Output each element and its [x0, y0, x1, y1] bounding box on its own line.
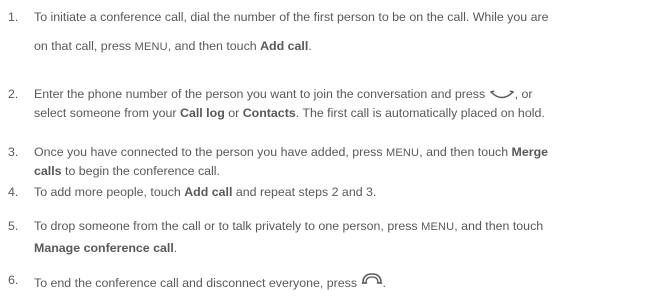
manage-conference-call-label: Manage conference call	[34, 241, 174, 255]
step-number: 5.	[8, 219, 19, 233]
step-text: To initiate a conference call, dial the …	[34, 10, 549, 24]
add-call-label: Add call	[184, 185, 233, 199]
step-text-line: Enter the phone number of the person you…	[34, 87, 533, 101]
step-text-line: To add more people, touch Add call and r…	[34, 185, 377, 199]
step-number: 1.	[8, 10, 19, 24]
step-number: 2.	[8, 87, 19, 101]
step-text-line: Once you have connected to the person yo…	[34, 145, 549, 159]
menu-key: MENU	[134, 41, 168, 53]
step-number: 4.	[8, 185, 19, 199]
step-text-line: calls to begin the conference call.	[34, 164, 221, 178]
conference-call-instructions: 1. To initiate a conference call, dial t…	[0, 0, 653, 297]
step-text-line: select someone from your Call log or Con…	[34, 106, 545, 120]
call-send-icon	[489, 89, 515, 101]
merge-calls-label: calls	[34, 164, 62, 178]
merge-calls-label: Merge	[511, 145, 549, 159]
step-text-line: on that call, press MENU, and then touch…	[34, 39, 312, 53]
add-call-label: Add call	[260, 39, 309, 53]
step-number: 6.	[8, 273, 19, 287]
step-number: 3.	[8, 145, 19, 159]
menu-key: MENU	[421, 221, 455, 233]
end-call-icon	[361, 272, 383, 285]
step-text-line: To end the conference call and disconnec…	[34, 272, 645, 290]
step-text-line: Manage conference call.	[34, 241, 178, 255]
contacts-label: Contacts	[242, 106, 296, 120]
call-log-label: Call log	[180, 106, 225, 120]
menu-key: MENU	[386, 147, 420, 159]
step-text-line: To drop someone from the call or to talk…	[34, 219, 544, 233]
